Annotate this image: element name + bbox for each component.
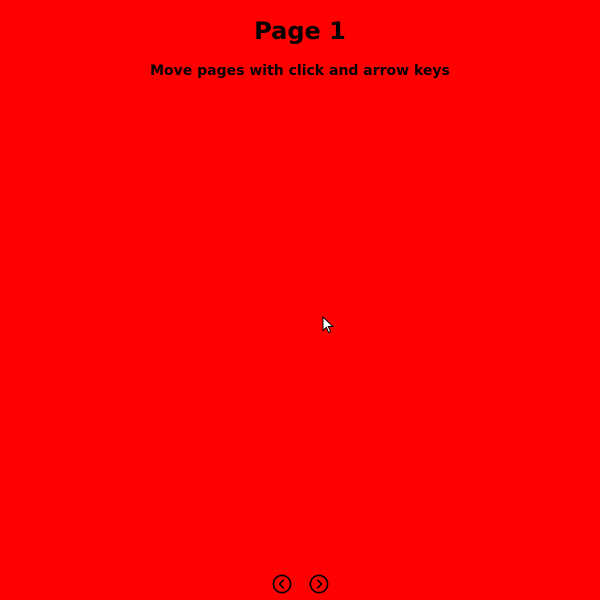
next-page-button[interactable]	[309, 574, 329, 594]
previous-page-button[interactable]	[272, 574, 292, 594]
chevron-right-circle-icon	[309, 574, 328, 594]
mouse-pointer-icon	[322, 316, 334, 334]
page-title: Page 1	[254, 17, 346, 45]
chevron-left-circle-icon	[272, 574, 291, 594]
page: Page 1 Move pages with click and arrow k…	[0, 0, 600, 600]
page-navigation	[0, 574, 600, 596]
page-instructions: Move pages with click and arrow keys	[150, 63, 450, 79]
